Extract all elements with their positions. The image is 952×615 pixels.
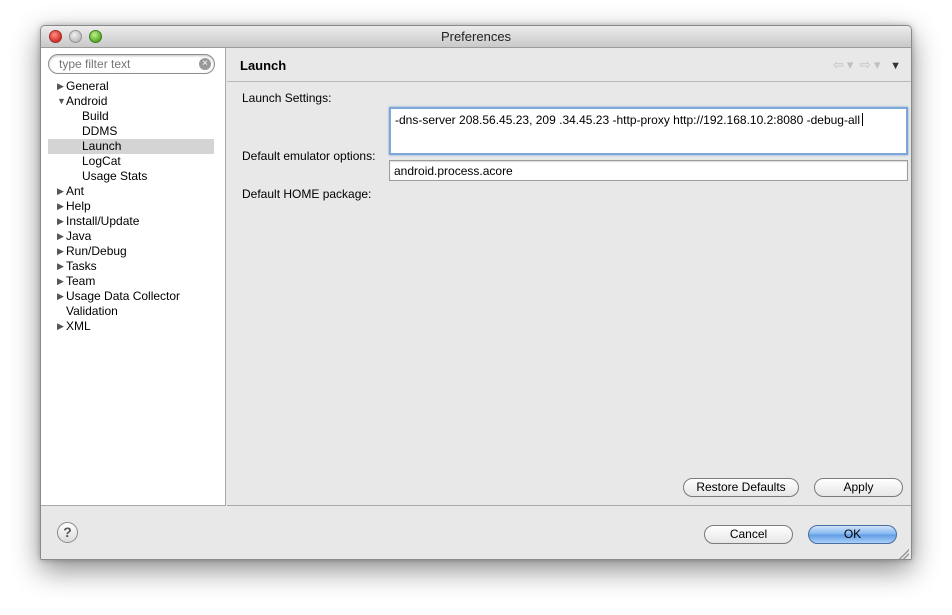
page-title: Launch [240, 58, 287, 73]
tree-item-logcat[interactable]: LogCat [48, 154, 214, 169]
tree-item-usage-stats[interactable]: Usage Stats [48, 169, 214, 184]
emulator-options-value: -dns-server 208.56.45.23, 209 .34.45.23 … [395, 113, 860, 127]
tree-item-usage-data-collector[interactable]: ▶ Usage Data Collector [48, 289, 214, 304]
ok-button[interactable]: OK [808, 525, 897, 544]
expand-arrow-icon[interactable]: ▶ [57, 79, 66, 94]
text-cursor [861, 113, 863, 126]
tree-item-xml[interactable]: ▶ XML [48, 319, 214, 334]
expand-arrow-icon[interactable]: ▶ [57, 274, 66, 289]
expand-arrow-icon[interactable]: ▶ [57, 214, 66, 229]
tree-item-tasks[interactable]: ▶ Tasks [48, 259, 214, 274]
tree-item-java[interactable]: ▶ Java [48, 229, 214, 244]
forward-arrow-icon[interactable]: ⇨ [860, 57, 871, 72]
preferences-tree: ▶ General ▼ Android Build DDMS Launch LogC… [48, 79, 214, 334]
back-history-dropdown-icon[interactable]: ▾ [847, 57, 854, 72]
tree-item-general[interactable]: ▶ General [48, 79, 214, 94]
tree-item-run-debug[interactable]: ▶ Run/Debug [48, 244, 214, 259]
tree-item-launch[interactable]: Launch [48, 139, 214, 154]
close-window-button[interactable] [49, 30, 62, 43]
launch-settings-panel: Launch Settings: Default emulator option… [227, 83, 911, 506]
dialog-footer: ? Cancel OK [41, 507, 911, 559]
minimize-window-button[interactable] [69, 30, 82, 43]
expand-arrow-icon[interactable]: ▶ [57, 259, 66, 274]
expand-arrow-icon[interactable]: ▶ [57, 289, 66, 304]
apply-button[interactable]: Apply [814, 478, 903, 497]
tree-item-validation[interactable]: Validation [48, 304, 214, 319]
view-menu-icon[interactable]: ▼ [890, 60, 901, 72]
tree-item-ant[interactable]: ▶ Ant [48, 184, 214, 199]
tree-item-build[interactable]: Build [48, 109, 214, 124]
tree-item-android[interactable]: ▼ Android [48, 94, 214, 109]
forward-history-dropdown-icon[interactable]: ▾ [874, 57, 881, 72]
title-bar: Preferences [41, 26, 911, 48]
tree-item-team[interactable]: ▶ Team [48, 274, 214, 289]
tree-item-help[interactable]: ▶ Help [48, 199, 214, 214]
filter-input[interactable] [59, 57, 194, 71]
preferences-window: Preferences × ▶General ▼Android Build DD… [40, 25, 912, 560]
preferences-sidebar: × ▶General ▼Android Build DDMS Launch Lo… [41, 48, 226, 506]
restore-defaults-button[interactable]: Restore Defaults [683, 478, 799, 497]
tree-item-install-update[interactable]: ▶ Install/Update [48, 214, 214, 229]
zoom-window-button[interactable] [89, 30, 102, 43]
home-package-field[interactable]: android.process.acore [389, 160, 908, 181]
expand-arrow-icon[interactable]: ▶ [57, 319, 66, 334]
cancel-button[interactable]: Cancel [704, 525, 793, 544]
resize-grip[interactable] [899, 549, 909, 559]
emulator-options-field[interactable]: -dns-server 208.56.45.23, 209 .34.45.23 … [389, 107, 908, 155]
collapse-arrow-icon[interactable]: ▼ [57, 94, 66, 109]
expand-arrow-icon[interactable]: ▶ [57, 229, 66, 244]
section-label: Launch Settings: [242, 91, 332, 105]
page-header: Launch ⇦ ▾ ⇨ ▾ ▼ [227, 48, 911, 82]
back-arrow-icon[interactable]: ⇦ [833, 57, 844, 72]
filter-search-box[interactable]: × [48, 54, 215, 74]
clear-filter-icon[interactable]: × [199, 58, 211, 70]
emulator-options-label: Default emulator options: [242, 149, 376, 163]
page-navigation: ⇦ ▾ ⇨ ▾ ▼ [830, 57, 901, 73]
help-icon[interactable]: ? [57, 522, 78, 543]
home-package-value: android.process.acore [394, 164, 513, 178]
expand-arrow-icon[interactable]: ▶ [57, 184, 66, 199]
expand-arrow-icon[interactable]: ▶ [57, 199, 66, 214]
window-title: Preferences [440, 29, 512, 44]
expand-arrow-icon[interactable]: ▶ [57, 244, 66, 259]
home-package-label: Default HOME package: [242, 187, 372, 201]
tree-item-ddms[interactable]: DDMS [48, 124, 214, 139]
